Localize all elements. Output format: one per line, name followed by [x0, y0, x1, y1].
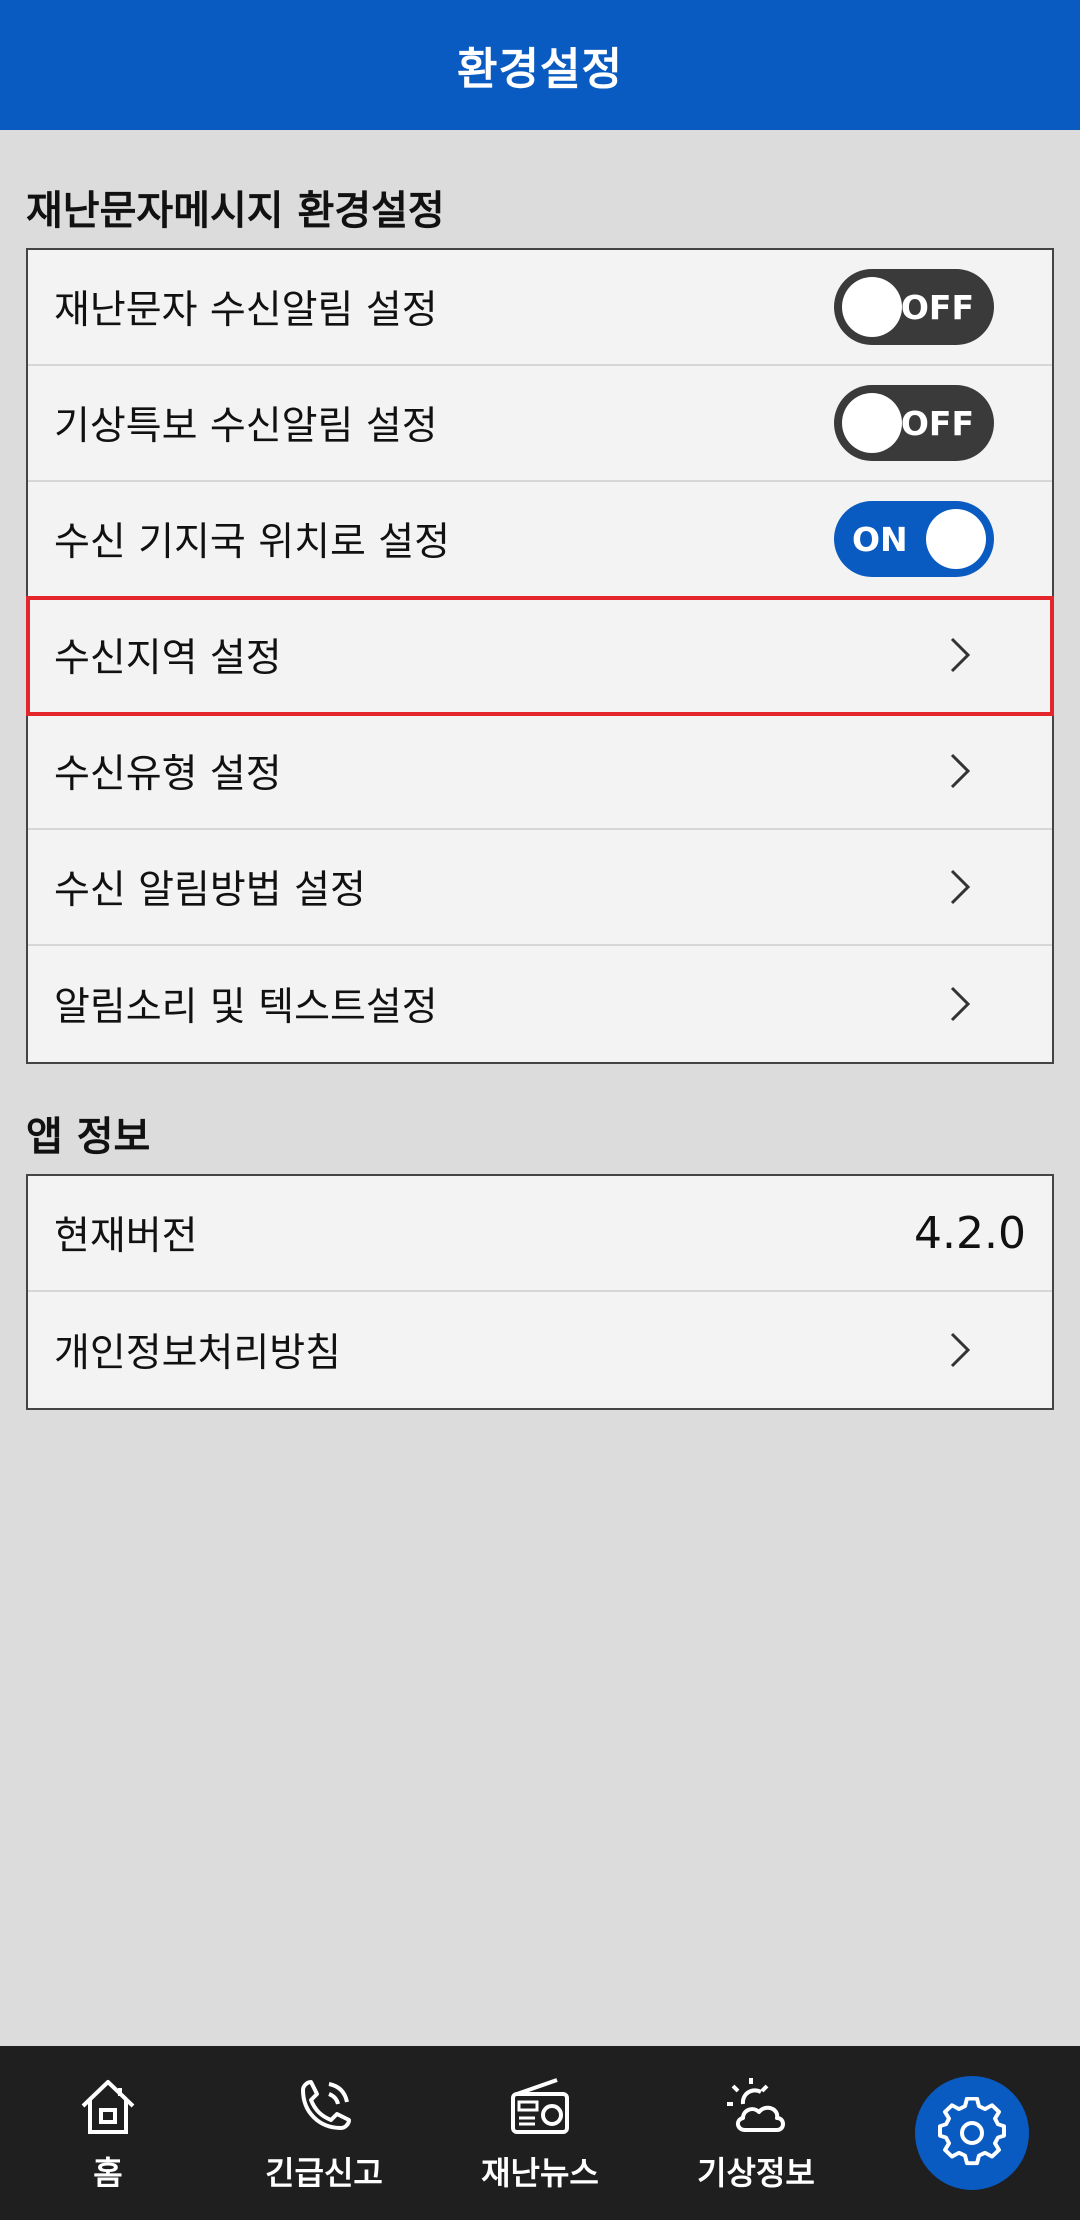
row-label: 알림소리 및 텍스트설정 [54, 985, 438, 1030]
nav-disaster-news[interactable]: 재난뉴스 [432, 2046, 648, 2220]
radio-icon [511, 2078, 569, 2134]
toggle-knob [842, 277, 902, 337]
alerts-settings-group: 재난문자 수신알림 설정 OFF 기상특보 수신알림 설정 OFF 수신 기지국… [26, 248, 1054, 1064]
app-info-group: 현재버전 4.2.0 개인정보처리방침 [26, 1174, 1054, 1410]
nav-settings[interactable] [864, 2046, 1080, 2220]
toggle-row-weather-alert[interactable]: 기상특보 수신알림 설정 OFF [28, 366, 1052, 482]
gear-icon [938, 2097, 1006, 2166]
toggle-state: OFF [900, 287, 974, 327]
link-row-sound-text[interactable]: 알림소리 및 텍스트설정 [28, 946, 1052, 1062]
page-title: 환경설정 [457, 44, 623, 95]
link-row-alert-method[interactable]: 수신 알림방법 설정 [28, 830, 1052, 946]
row-label: 수신유형 설정 [54, 752, 282, 797]
chevron-right-icon [940, 635, 980, 675]
version-value: 4.2.0 [914, 1207, 1026, 1259]
settings-active-indicator [915, 2076, 1029, 2190]
section-title-app-info: 앱 정보 [26, 1114, 151, 1160]
bottom-nav: 홈 긴급신고 재난뉴스 기상정보 [0, 2046, 1080, 2220]
chevron-right-icon [940, 751, 980, 791]
chevron-right-icon [940, 984, 980, 1024]
weather-icon [727, 2078, 785, 2132]
toggle-knob [842, 393, 902, 453]
row-label: 현재버전 [54, 1214, 198, 1259]
nav-emergency-report[interactable]: 긴급신고 [216, 2046, 432, 2220]
link-row-privacy-policy[interactable]: 개인정보처리방침 [28, 1292, 1052, 1408]
disaster-alert-toggle[interactable]: OFF [834, 269, 994, 345]
weather-alert-toggle[interactable]: OFF [834, 385, 994, 461]
toggle-row-cell-location[interactable]: 수신 기지국 위치로 설정 ON [28, 482, 1052, 598]
row-label: 수신 알림방법 설정 [54, 868, 366, 913]
toggle-state: ON [852, 519, 908, 559]
home-icon [81, 2080, 135, 2134]
app-bar: 환경설정 [0, 0, 1080, 130]
chevron-right-icon [940, 867, 980, 907]
row-label: 수신지역 설정 [54, 636, 282, 681]
version-row: 현재버전 4.2.0 [28, 1176, 1052, 1292]
section-title-alerts: 재난문자메시지 환경설정 [26, 188, 445, 234]
chevron-right-icon [940, 1330, 980, 1370]
link-row-receive-region[interactable]: 수신지역 설정 [26, 596, 1054, 716]
nav-label: 재난뉴스 [481, 2154, 599, 2192]
nav-label: 긴급신고 [265, 2154, 383, 2192]
phone-icon [301, 2080, 351, 2130]
nav-weather-info[interactable]: 기상정보 [648, 2046, 864, 2220]
nav-label: 기상정보 [697, 2154, 815, 2192]
toggle-row-disaster-alert[interactable]: 재난문자 수신알림 설정 OFF [28, 250, 1052, 366]
nav-label: 홈 [93, 2154, 123, 2192]
row-label: 재난문자 수신알림 설정 [54, 288, 438, 333]
toggle-knob [926, 509, 986, 569]
toggle-state: OFF [900, 403, 974, 443]
cell-location-toggle[interactable]: ON [834, 501, 994, 577]
link-row-receive-type[interactable]: 수신유형 설정 [28, 714, 1052, 830]
row-label: 개인정보처리방침 [54, 1331, 342, 1376]
nav-home[interactable]: 홈 [0, 2046, 216, 2220]
row-label: 수신 기지국 위치로 설정 [54, 520, 450, 565]
row-label: 기상특보 수신알림 설정 [54, 404, 438, 449]
